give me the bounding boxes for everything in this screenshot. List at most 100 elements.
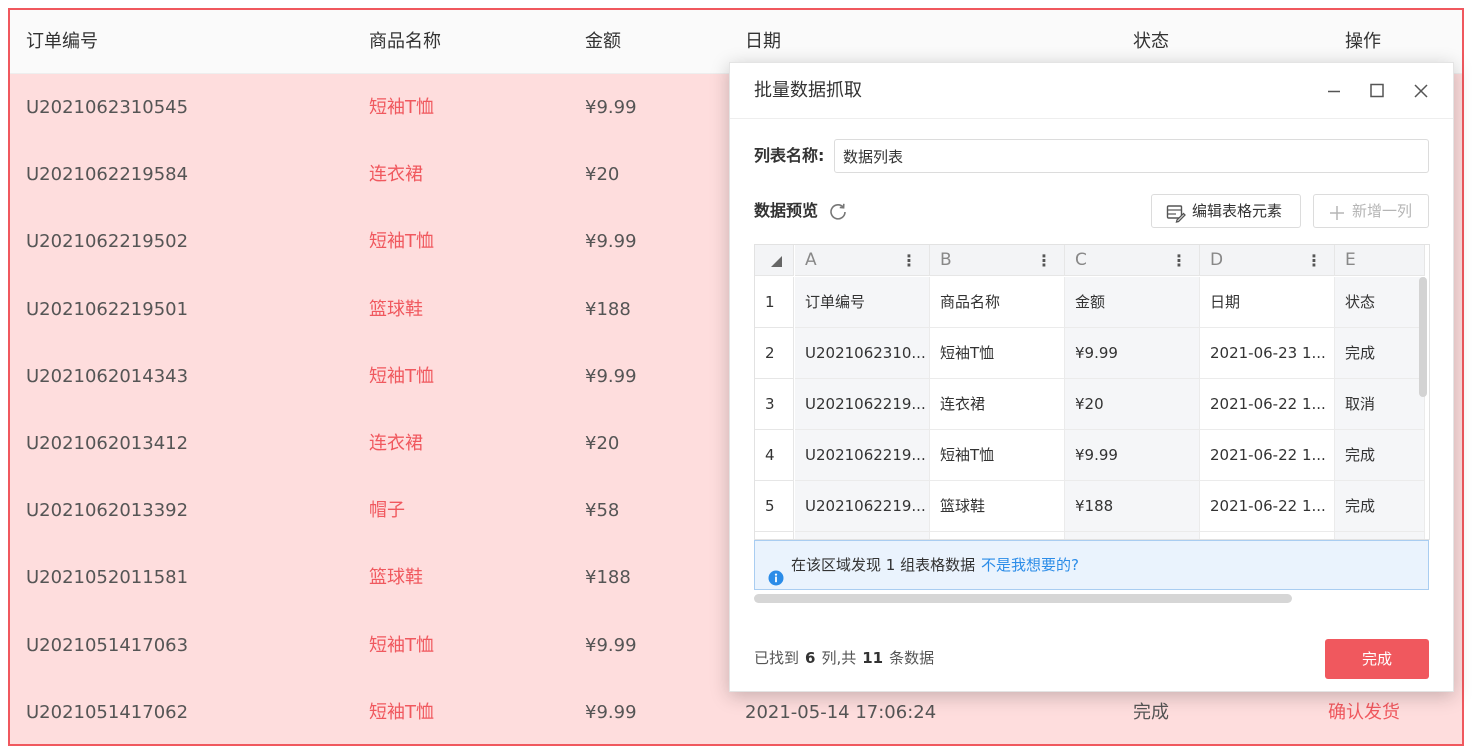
- row-number[interactable]: 4: [755, 430, 794, 481]
- amount-cell: ¥188: [585, 298, 631, 320]
- column-letter: A: [805, 250, 817, 270]
- order-id-cell: U2021062219501: [26, 298, 189, 320]
- row-number[interactable]: 1: [755, 277, 794, 328]
- column-menu-icon[interactable]: ⋮: [1171, 245, 1187, 275]
- row-number[interactable]: 5: [755, 481, 794, 532]
- column-header[interactable]: D ⋮: [1200, 245, 1335, 276]
- notice-text: 在该区域发现 1 组表格数据: [791, 556, 976, 574]
- summary-suffix: 条数据: [889, 649, 935, 667]
- amount-cell: ¥9.99: [585, 701, 637, 723]
- batch-scrape-dialog: 批量数据抓取 列表名称: 数据预览: [729, 62, 1454, 692]
- grid-cell[interactable]: 完成: [1335, 328, 1425, 379]
- summary-prefix: 已找到: [754, 649, 800, 667]
- product-name-cell: 短袖T恤: [369, 231, 434, 253]
- grid-cell[interactable]: 完成: [1335, 430, 1425, 481]
- grid-cell[interactable]: 状态: [1335, 277, 1425, 328]
- grid-cell[interactable]: ¥9.99: [1065, 328, 1200, 379]
- order-id-cell: U2021062310545: [26, 97, 189, 118]
- grid-cell[interactable]: 完成: [1335, 481, 1425, 532]
- add-column-button[interactable]: 新增一列: [1313, 194, 1429, 228]
- header-product-name[interactable]: 商品名称: [369, 10, 441, 74]
- grid-cell[interactable]: 连衣裙: [930, 379, 1065, 430]
- product-name-cell: 连衣裙: [369, 164, 423, 186]
- not-what-i-want-link[interactable]: 不是我想要的?: [981, 541, 1079, 589]
- summary-row-count: 11: [862, 649, 884, 667]
- product-name-cell: 短袖T恤: [369, 365, 434, 387]
- grid-cell[interactable]: 篮球鞋: [930, 481, 1065, 532]
- close-icon[interactable]: [1407, 77, 1435, 105]
- refresh-icon[interactable]: [828, 201, 848, 221]
- grid-cell[interactable]: 商品名称: [930, 277, 1065, 328]
- add-column-label: 新增一列: [1352, 202, 1413, 220]
- grid-cell[interactable]: [1065, 532, 1200, 539]
- grid-cell[interactable]: 订单编号: [795, 277, 930, 328]
- product-name-cell: 篮球鞋: [369, 298, 423, 320]
- grid-cell[interactable]: U2021062310...: [795, 328, 930, 379]
- amount-cell: ¥20: [585, 164, 620, 186]
- column-header[interactable]: A ⋮: [795, 245, 930, 276]
- column-letter: B: [940, 250, 952, 270]
- maximize-icon[interactable]: [1363, 77, 1391, 105]
- edit-table-elements-button[interactable]: 编辑表格元素: [1151, 194, 1301, 228]
- grid-cell[interactable]: [1335, 532, 1425, 539]
- order-id-cell: U2021062219502: [26, 231, 189, 253]
- grid-cell[interactable]: [795, 532, 930, 539]
- grid-cell[interactable]: 金额: [1065, 277, 1200, 328]
- column-header[interactable]: E: [1335, 245, 1425, 276]
- grid-cell[interactable]: 短袖T恤: [930, 430, 1065, 481]
- grid-cell[interactable]: ¥20: [1065, 379, 1200, 430]
- column-menu-icon[interactable]: ⋮: [901, 245, 917, 275]
- column-menu-icon[interactable]: ⋮: [1036, 245, 1052, 275]
- grid-cell[interactable]: ¥188: [1065, 481, 1200, 532]
- list-name-input[interactable]: [834, 139, 1429, 173]
- done-button[interactable]: 完成: [1325, 639, 1429, 679]
- page: 订单编号 商品名称 金额 日期 状态 操作 U2021062310545 短袖T恤…: [0, 0, 1472, 753]
- product-name-cell: 短袖T恤: [369, 634, 434, 656]
- header-order-id[interactable]: 订单编号: [26, 10, 98, 74]
- grid-cell[interactable]: [1200, 532, 1335, 539]
- select-all-corner[interactable]: [755, 245, 794, 276]
- grid-vertical-scrollbar[interactable]: [1419, 277, 1427, 397]
- amount-cell: ¥9.99: [585, 634, 637, 656]
- minimize-icon[interactable]: [1320, 77, 1348, 105]
- grid-cell[interactable]: ¥9.99: [1065, 430, 1200, 481]
- row-number[interactable]: [755, 532, 794, 539]
- column-menu-icon[interactable]: ⋮: [1306, 245, 1322, 275]
- order-id-cell: U2021062219584: [26, 164, 189, 186]
- grid-cell[interactable]: U2021062219...: [795, 379, 930, 430]
- amount-cell: ¥9.99: [585, 231, 637, 253]
- amount-cell: ¥9.99: [585, 97, 637, 118]
- amount-cell: ¥9.99: [585, 365, 637, 387]
- amount-cell: ¥58: [585, 500, 620, 522]
- grid-horizontal-scrollbar[interactable]: [754, 594, 1292, 603]
- info-icon: [768, 557, 784, 586]
- edit-table-elements-label: 编辑表格元素: [1192, 202, 1283, 220]
- product-name-cell: 短袖T恤: [369, 701, 434, 723]
- grid-cell[interactable]: 日期: [1200, 277, 1335, 328]
- order-id-cell: U2021062013392: [26, 500, 189, 522]
- grid-cell[interactable]: 2021-06-22 1...: [1200, 379, 1335, 430]
- grid-cell[interactable]: [930, 532, 1065, 539]
- order-id-cell: U2021052011581: [26, 567, 189, 589]
- product-name-cell: 帽子: [369, 500, 405, 522]
- header-amount[interactable]: 金额: [585, 10, 621, 74]
- column-header[interactable]: C ⋮: [1065, 245, 1200, 276]
- column-letter: C: [1075, 250, 1087, 270]
- grid-cell[interactable]: 取消: [1335, 379, 1425, 430]
- column-header[interactable]: B ⋮: [930, 245, 1065, 276]
- plus-icon: [1327, 202, 1347, 222]
- list-name-label: 列表名称:: [754, 146, 825, 165]
- detection-notice: 在该区域发现 1 组表格数据 不是我想要的?: [754, 540, 1429, 590]
- grid-cell[interactable]: 2021-06-22 1...: [1200, 481, 1335, 532]
- dialog-header: 批量数据抓取: [730, 63, 1453, 119]
- dialog-title: 批量数据抓取: [754, 80, 862, 101]
- grid-cell[interactable]: 2021-06-22 1...: [1200, 430, 1335, 481]
- amount-cell: ¥20: [585, 433, 620, 454]
- row-number[interactable]: 3: [755, 379, 794, 430]
- grid-cell[interactable]: 短袖T恤: [930, 328, 1065, 379]
- row-number[interactable]: 2: [755, 328, 794, 379]
- grid-cell[interactable]: U2021062219...: [795, 481, 930, 532]
- grid-cell[interactable]: 2021-06-23 1...: [1200, 328, 1335, 379]
- column-letter: E: [1345, 250, 1356, 270]
- grid-cell[interactable]: U2021062219...: [795, 430, 930, 481]
